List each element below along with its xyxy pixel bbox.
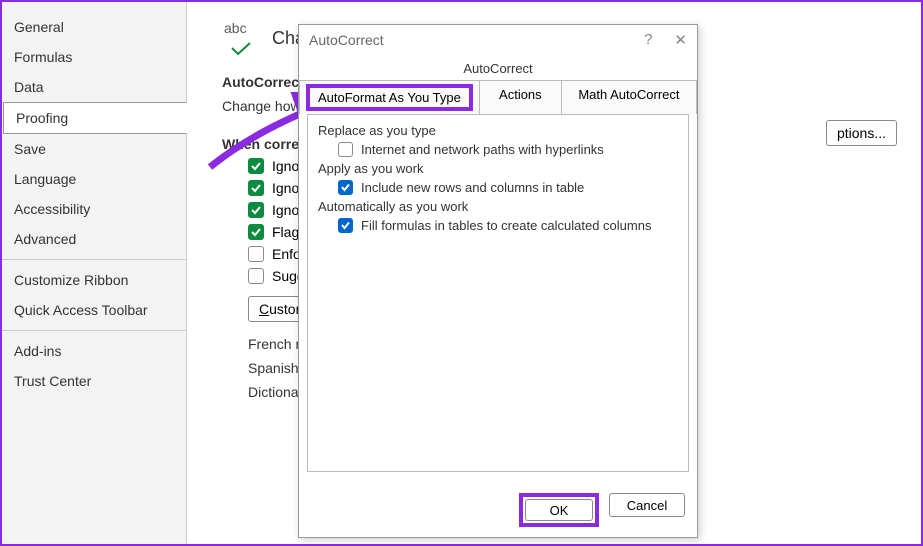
cancel-button[interactable]: Cancel xyxy=(609,493,685,517)
sidebar-item-proofing[interactable]: Proofing xyxy=(3,102,187,134)
sidebar-item-advanced[interactable]: Advanced xyxy=(2,224,186,254)
tab-math-autocorrect[interactable]: Math AutoCorrect xyxy=(562,80,697,114)
checkbox-icon xyxy=(338,218,353,233)
sidebar-item-general[interactable]: General xyxy=(2,12,186,42)
checkbox-icon xyxy=(248,246,264,262)
proofing-icon: abc xyxy=(222,20,258,56)
dialog-titlebar: AutoCorrect ? ✕ xyxy=(299,25,697,55)
sidebar-item-quick-access-toolbar[interactable]: Quick Access Toolbar xyxy=(2,295,186,325)
sidebar-item-add-ins[interactable]: Add-ins xyxy=(2,336,186,366)
checkbox-icon xyxy=(338,180,353,195)
checkbox-icon xyxy=(248,268,264,284)
internet-paths-hyperlinks-checkbox[interactable]: Internet and network paths with hyperlin… xyxy=(338,142,678,157)
sidebar-item-language[interactable]: Language xyxy=(2,164,186,194)
tab-actions[interactable]: Actions xyxy=(480,80,562,114)
autocorrect-dialog: AutoCorrect ? ✕ AutoCorrect AutoFormat A… xyxy=(298,24,698,538)
automatically-as-you-work-label: Automatically as you work xyxy=(318,199,678,214)
close-icon[interactable]: ✕ xyxy=(674,31,687,49)
checkbox-icon xyxy=(248,158,264,174)
help-icon[interactable]: ? xyxy=(644,31,652,49)
tab-autoformat-as-you-type[interactable]: AutoFormat As You Type xyxy=(299,80,480,114)
sidebar-item-trust-center[interactable]: Trust Center xyxy=(2,366,186,396)
check-label: Include new rows and columns in table xyxy=(361,180,584,195)
ok-button-highlight: OK xyxy=(519,493,599,527)
fill-formulas-checkbox[interactable]: Fill formulas in tables to create calcul… xyxy=(338,218,678,233)
checkbox-icon xyxy=(338,142,353,157)
check-label: Fill formulas in tables to create calcul… xyxy=(361,218,651,233)
sidebar-item-accessibility[interactable]: Accessibility xyxy=(2,194,186,224)
dialog-content: Replace as you type Internet and network… xyxy=(307,114,689,472)
check-label: Internet and network paths with hyperlin… xyxy=(361,142,604,157)
tab-autocorrect[interactable]: AutoCorrect xyxy=(299,55,697,76)
include-new-rows-columns-checkbox[interactable]: Include new rows and columns in table xyxy=(338,180,678,195)
sidebar: General Formulas Data Proofing Save Lang… xyxy=(2,2,187,544)
sidebar-item-formulas[interactable]: Formulas xyxy=(2,42,186,72)
sidebar-item-data[interactable]: Data xyxy=(2,72,186,102)
checkbox-icon xyxy=(248,224,264,240)
apply-as-you-work-label: Apply as you work xyxy=(318,161,678,176)
replace-as-you-type-label: Replace as you type xyxy=(318,123,678,138)
dialog-title: AutoCorrect xyxy=(309,32,384,48)
ok-button[interactable]: OK xyxy=(525,499,593,521)
autoformat-tab-highlight: AutoFormat As You Type xyxy=(306,84,473,111)
checkbox-icon xyxy=(248,202,264,218)
autocorrect-options-button[interactable]: ptions... xyxy=(826,120,897,146)
checkbox-icon xyxy=(248,180,264,196)
sidebar-item-customize-ribbon[interactable]: Customize Ribbon xyxy=(2,265,186,295)
sidebar-item-save[interactable]: Save xyxy=(2,134,186,164)
